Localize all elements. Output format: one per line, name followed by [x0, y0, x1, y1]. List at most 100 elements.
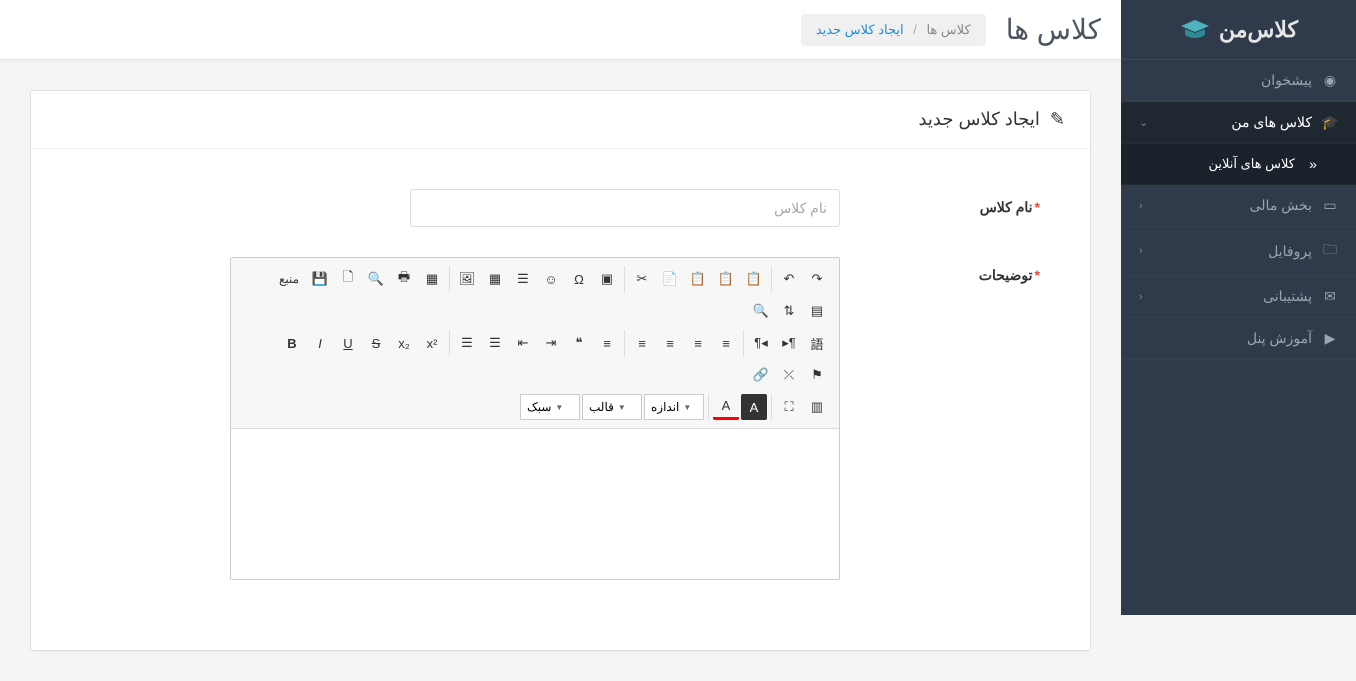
chevron-left-icon: ‹ — [1139, 291, 1143, 303]
style-combo[interactable]: سبک▼ — [520, 394, 580, 420]
double-arrow-icon: « — [1305, 156, 1321, 172]
size-combo[interactable]: اندازه▼ — [644, 394, 704, 420]
templates-icon[interactable]: ▦ — [419, 266, 445, 292]
anchor-icon[interactable]: ⚑ — [804, 362, 830, 388]
chevron-left-icon: ‹ — [1139, 200, 1143, 212]
sidebar: کلاس‌من ◉ پیشخوان 🎓 کلاس های من ⌄ « کلاس… — [1121, 0, 1356, 615]
editor-content-area[interactable] — [231, 429, 839, 579]
panel-header: ✎ ایجاد کلاس جدید — [31, 91, 1090, 149]
hr-icon[interactable]: ☰ — [510, 266, 536, 292]
sidebar-item-label: آموزش پنل — [1247, 330, 1312, 347]
editor-toolbar: منبع 💾 🗋 🔍 🖶 ▦ 🖼 — [231, 258, 839, 429]
breadcrumb-root[interactable]: کلاس ها — [926, 22, 970, 37]
strike-button[interactable]: S — [363, 330, 389, 356]
page-title: کلاس ها — [1006, 13, 1101, 46]
smiley-icon[interactable]: ☺ — [538, 266, 564, 292]
div-icon[interactable]: ≡ — [594, 330, 620, 356]
align-right-icon[interactable]: ≡ — [629, 330, 655, 356]
blockquote-icon[interactable]: ❝ — [566, 330, 592, 356]
chevron-down-icon: ⌄ — [1139, 116, 1148, 129]
unlink-icon[interactable]: ⤫ — [776, 362, 802, 388]
sidebar-item-label: پیشخوان — [1261, 72, 1312, 89]
form-row-desc: *توضیحات منبع 💾 🗋 🔍 — [81, 257, 1040, 580]
undo-icon[interactable]: ↶ — [776, 266, 802, 292]
language-icon[interactable]: 語 — [804, 330, 830, 356]
panel-title: ایجاد کلاس جدید — [918, 109, 1039, 130]
grad-cap-icon: 🎓 — [1322, 114, 1338, 131]
select-all-icon[interactable]: ▤ — [804, 298, 830, 324]
paste-word-icon[interactable]: 📋 — [741, 266, 767, 292]
sidebar-item-finance[interactable]: ▭ بخش مالی ‹ — [1121, 185, 1356, 227]
label-class-name: *نام کلاس — [840, 189, 1040, 216]
cut-icon[interactable]: ✂ — [629, 266, 655, 292]
numbered-list-icon[interactable]: ☰ — [454, 330, 480, 356]
iframe-icon[interactable]: ▣ — [594, 266, 620, 292]
class-name-input[interactable] — [410, 189, 840, 227]
save-icon[interactable]: 💾 — [307, 266, 333, 292]
paste-text-icon[interactable]: 📋 — [713, 266, 739, 292]
video-icon: ▶ — [1322, 330, 1338, 347]
align-left-icon[interactable]: ≡ — [685, 330, 711, 356]
logo-text: کلاس‌من — [1219, 17, 1298, 43]
outdent-icon[interactable]: ⇤ — [510, 330, 536, 356]
italic-button[interactable]: I — [307, 330, 333, 356]
sidebar-item-label: پروفایل — [1268, 243, 1312, 260]
table-icon[interactable]: ▦ — [482, 266, 508, 292]
text-color-icon[interactable]: A — [713, 394, 739, 420]
indent-icon[interactable]: ⇥ — [538, 330, 564, 356]
new-page-icon[interactable]: 🗋 — [335, 266, 361, 292]
grad-cap-icon — [1179, 18, 1211, 42]
rtl-icon[interactable]: ¶◂ — [748, 330, 774, 356]
redo-icon[interactable]: ↷ — [804, 266, 830, 292]
link-icon[interactable]: 🔗 — [748, 362, 774, 388]
main-area: کلاس ها کلاس ها / ایجاد کلاس جدید ✎ ایجا… — [0, 0, 1121, 615]
ltr-icon[interactable]: ▸¶ — [776, 330, 802, 356]
sidebar-item-dashboard[interactable]: ◉ پیشخوان — [1121, 60, 1356, 102]
format-combo[interactable]: قالب▼ — [582, 394, 642, 420]
sidebar-item-my-classes[interactable]: 🎓 کلاس های من ⌄ — [1121, 102, 1356, 144]
source-button[interactable]: منبع — [273, 266, 305, 292]
chat-icon: ✉ — [1322, 288, 1338, 305]
pencil-icon: ✎ — [1050, 109, 1065, 130]
breadcrumb-current[interactable]: ایجاد کلاس جدید — [816, 22, 904, 37]
chevron-left-icon: ‹ — [1139, 245, 1143, 257]
paste-icon[interactable]: 📋 — [685, 266, 711, 292]
breadcrumb-sep: / — [913, 22, 917, 37]
subscript-button[interactable]: x₂ — [391, 330, 417, 356]
copy-icon[interactable]: 📄 — [657, 266, 683, 292]
content: ✎ ایجاد کلاس جدید *نام کلاس *توضیحات — [0, 60, 1121, 681]
money-icon: ▭ — [1322, 197, 1338, 214]
sidebar-item-support[interactable]: ✉ پشتیبانی ‹ — [1121, 276, 1356, 318]
sidebar-item-profile[interactable]: 🗀 پروفایل ‹ — [1121, 227, 1356, 276]
panel-body: *نام کلاس *توضیحات — [31, 149, 1090, 650]
dashboard-icon: ◉ — [1322, 72, 1338, 89]
show-blocks-icon[interactable]: ▥ — [804, 394, 830, 420]
print-icon[interactable]: 🖶 — [391, 266, 417, 292]
sidebar-item-label: کلاس های آنلاین — [1208, 156, 1295, 172]
sidebar-item-label: پشتیبانی — [1263, 288, 1312, 305]
sidebar-item-online-classes[interactable]: « کلاس های آنلاین — [1121, 144, 1356, 185]
underline-button[interactable]: U — [335, 330, 361, 356]
image-icon[interactable]: 🖼 — [454, 266, 480, 292]
sidebar-item-label: کلاس های من — [1231, 114, 1312, 131]
rich-text-editor: منبع 💾 🗋 🔍 🖶 ▦ 🖼 — [230, 257, 840, 580]
sidebar-item-tutorial[interactable]: ▶ آموزش پنل — [1121, 318, 1356, 360]
sidebar-item-label: بخش مالی — [1250, 197, 1312, 214]
find-icon[interactable]: 🔍 — [748, 298, 774, 324]
bold-button[interactable]: B — [279, 330, 305, 356]
special-char-icon[interactable]: Ω — [566, 266, 592, 292]
panel: ✎ ایجاد کلاس جدید *نام کلاس *توضیحات — [30, 90, 1091, 651]
bullet-list-icon[interactable]: ☰ — [482, 330, 508, 356]
folder-icon: 🗀 — [1322, 239, 1338, 263]
maximize-icon[interactable]: ⛶ — [776, 394, 802, 420]
superscript-button[interactable]: x² — [419, 330, 445, 356]
replace-icon[interactable]: ⇅ — [776, 298, 802, 324]
preview-icon[interactable]: 🔍 — [363, 266, 389, 292]
form-row-name: *نام کلاس — [81, 189, 1040, 227]
bg-color-icon[interactable]: A — [741, 394, 767, 420]
topbar: کلاس ها کلاس ها / ایجاد کلاس جدید — [0, 0, 1121, 60]
logo: کلاس‌من — [1121, 0, 1356, 60]
required-star: * — [1035, 199, 1040, 215]
align-center-icon[interactable]: ≡ — [657, 330, 683, 356]
align-justify-icon[interactable]: ≡ — [713, 330, 739, 356]
